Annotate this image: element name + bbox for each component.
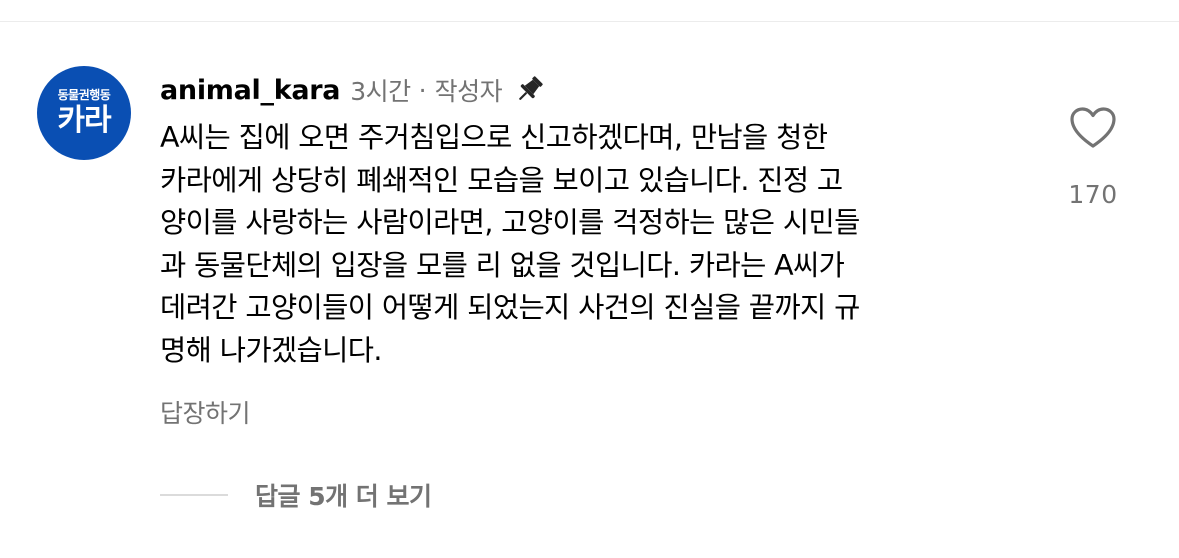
comment-time: 3시간 (350, 77, 411, 106)
meta-separator: · (418, 75, 427, 105)
comment-body: animal_kara 3시간 · 작성자 A씨는 집에 오면 주거침입으로 신… (160, 68, 1040, 372)
top-divider (0, 21, 1179, 22)
replies-divider-line (160, 494, 228, 496)
avatar[interactable]: 동물권행동 카라 (37, 66, 131, 160)
like-count: 170 (1068, 180, 1118, 209)
pin-icon (512, 73, 546, 107)
author-badge: 작성자 (434, 77, 503, 106)
avatar-org-name: 카라 (57, 103, 111, 138)
heart-icon[interactable] (1069, 106, 1117, 150)
reply-button[interactable]: 답장하기 (160, 394, 251, 430)
like-area: 170 (1058, 106, 1128, 209)
comment-meta: animal_kara 3시간 · 작성자 (160, 68, 1040, 112)
avatar-org-subtitle: 동물권행동 (57, 88, 111, 102)
comment-username[interactable]: animal_kara (160, 75, 341, 106)
view-more-replies-label: 답글 5개 더 보기 (255, 482, 432, 511)
view-more-replies-button[interactable]: 답글 5개 더 보기 (160, 477, 432, 513)
comment-text: A씨는 집에 오면 주거침입으로 신고하겠다며, 만남을 청한 카라에게 상당히… (160, 121, 860, 367)
